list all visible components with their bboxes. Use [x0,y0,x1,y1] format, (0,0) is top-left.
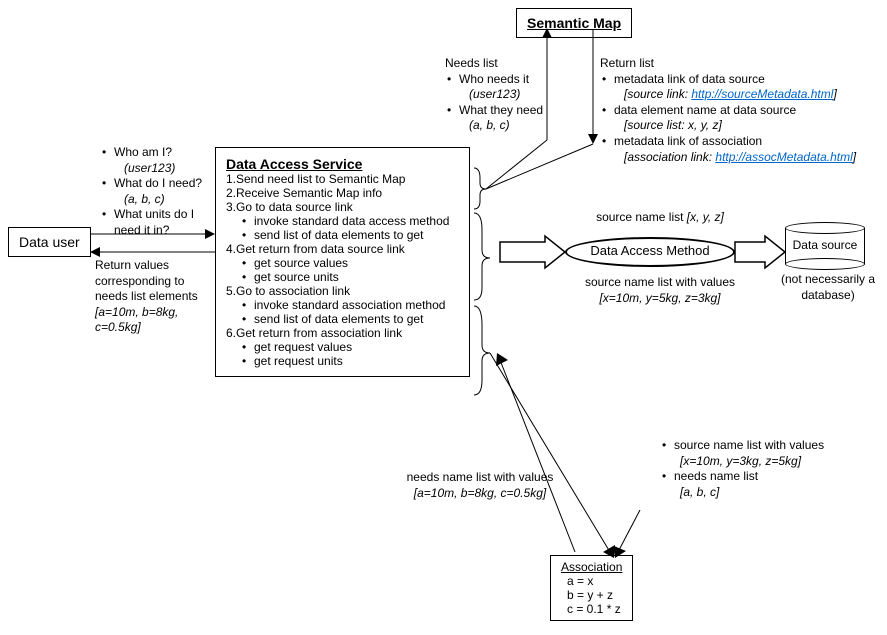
connector-layer [0,0,887,635]
